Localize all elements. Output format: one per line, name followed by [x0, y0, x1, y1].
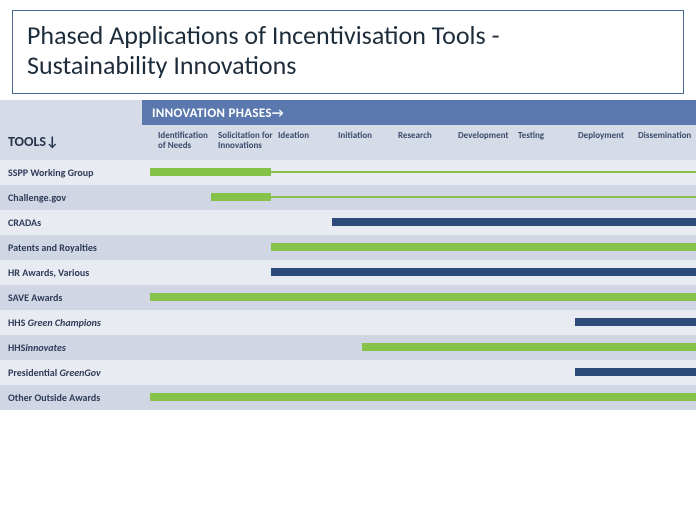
navy-bar: [575, 318, 696, 326]
phase-column-header: Dissemination: [636, 131, 696, 152]
title-line-2: Sustainability Innovations: [27, 49, 296, 81]
chart-row: Presidential GreenGov: [0, 360, 696, 385]
chart-row: Patents and Royalties: [0, 235, 696, 260]
row-label: Patents and Royalties: [0, 242, 150, 253]
row-track: [150, 260, 696, 285]
row-track: [150, 185, 696, 210]
columns-row: TOOLS↓ Identification of NeedsSolicitati…: [0, 125, 696, 160]
row-track: [150, 360, 696, 385]
chart-row: Other Outside Awards: [0, 385, 696, 410]
row-track: [150, 160, 696, 185]
navy-bar: [575, 368, 696, 376]
chart-rows: SSPP Working Group Challenge.gov CRADAs Pat…: [0, 160, 696, 410]
row-label: HHSinnovates: [0, 342, 150, 353]
chart-row: SAVE Awards: [0, 285, 696, 310]
phase-column-header: Initiation: [336, 131, 396, 152]
tools-axis-label: TOOLS↓: [0, 125, 156, 160]
row-label: Other Outside Awards: [0, 392, 150, 403]
page-title: Phased Applications of Incentivisation T…: [27, 21, 669, 81]
green-bar: [271, 171, 696, 173]
navy-bar: [271, 268, 696, 276]
chart-row: CRADAs: [0, 210, 696, 235]
chart-row: HHS Green Champions: [0, 310, 696, 335]
header-row: INNOVATION PHASES→: [0, 100, 696, 125]
title-box: Phased Applications of Incentivisation T…: [12, 10, 684, 94]
green-bar: [271, 243, 696, 251]
row-label: HHS Green Champions: [0, 317, 150, 328]
row-track: [150, 235, 696, 260]
row-label: Challenge.gov: [0, 192, 150, 203]
row-track: [150, 310, 696, 335]
phase-column-header: Identification of Needs: [156, 131, 216, 152]
chart-row: SSPP Working Group: [0, 160, 696, 185]
row-label: SSPP Working Group: [0, 167, 150, 178]
row-track: [150, 210, 696, 235]
phase-column-header: Research: [396, 131, 456, 152]
chart-row: HR Awards, Various: [0, 260, 696, 285]
row-label: SAVE Awards: [0, 292, 150, 303]
green-bar: [150, 293, 696, 301]
green-bar: [271, 196, 696, 198]
green-bar: [362, 343, 696, 351]
row-track: [150, 385, 696, 410]
header-left-spacer: [0, 100, 142, 125]
row-track: [150, 285, 696, 310]
phase-column-header: Solicitation for Innovations: [216, 131, 276, 152]
phase-column-header: Testing: [516, 131, 576, 152]
title-line-1: Phased Applications of Incentivisation T…: [27, 19, 500, 51]
navy-bar: [332, 218, 696, 226]
chart-row: HHSinnovates: [0, 335, 696, 360]
phase-column-header: Development: [456, 131, 516, 152]
row-label: HR Awards, Various: [0, 267, 150, 278]
gantt-chart: INNOVATION PHASES→ TOOLS↓ Identification…: [0, 100, 696, 410]
phases-header: INNOVATION PHASES→: [142, 100, 696, 125]
row-label: CRADAs: [0, 217, 150, 228]
row-label: Presidential GreenGov: [0, 367, 150, 378]
green-bar: [150, 168, 271, 176]
phase-column-header: Deployment: [576, 131, 636, 152]
chart-row: Challenge.gov: [0, 185, 696, 210]
phase-column-header: Ideation: [276, 131, 336, 152]
phase-columns: Identification of NeedsSolicitation for …: [156, 125, 696, 158]
green-bar: [150, 393, 696, 401]
row-track: [150, 335, 696, 360]
green-bar: [211, 193, 272, 201]
